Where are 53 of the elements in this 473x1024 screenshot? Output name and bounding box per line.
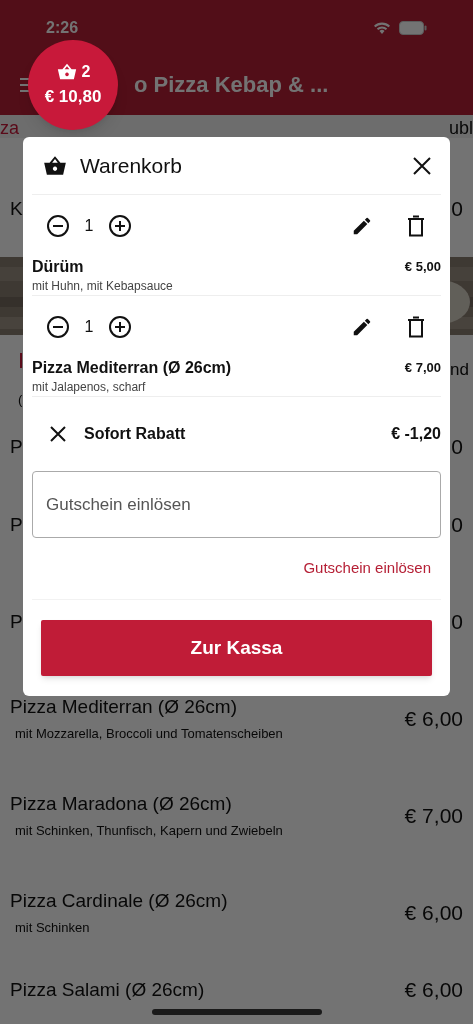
checkout-button[interactable]: Zur Kassa [41,620,432,676]
voucher-link[interactable]: Gutschein einlösen [303,557,431,580]
discount-amount: € -1,20 [391,424,441,444]
cart-count: 2 [81,62,91,83]
pencil-icon[interactable] [351,215,373,237]
category-tab[interactable]: ubl [448,118,473,138]
item-price: € 6,00 [404,977,463,1004]
item-price: € 6,00 [404,899,463,926]
item-title: P [10,512,23,537]
cart-total: € 10,80 [44,86,102,109]
battery-icon [399,21,427,35]
item-title: P [10,435,23,459]
pencil-icon[interactable] [351,316,373,338]
item-title: P [10,609,23,634]
header-title: o Pizza Kebap & ... [134,71,329,99]
item-description: mit Schinken [14,918,91,937]
item-title: K [10,196,23,221]
item-quantity: 1 [83,317,95,337]
voucher-field[interactable]: Gutschein einlösen [32,471,441,538]
item-description: mit Mozzarella, Broccoli und Tomatenscheiben [14,724,283,743]
plus-icon[interactable] [108,315,132,339]
item-title: Pizza Cardinale (Ø 26cm) [10,888,228,913]
section-title: I [18,347,25,375]
item-price: € 6,00 [404,705,463,732]
dialog-title: Warenkorb [80,152,182,179]
section-text: nd [450,359,469,381]
status-time: 2:26 [46,18,79,38]
trash-icon[interactable] [407,215,425,237]
item-quantity: 1 [83,216,95,236]
item-description: mit Schinken, Thunfisch, Kapern und Zwiebeln [14,821,283,840]
item-price: 0 [451,511,463,538]
item-title: Pizza Maradona (Ø 26cm) [10,791,233,816]
item-price: € 7,00 [404,359,441,377]
close-icon[interactable] [413,156,431,175]
item-price: 0 [451,608,463,635]
discount-label: Sofort Rabatt [84,424,186,444]
section-text: ( [18,391,24,409]
plus-icon[interactable] [108,214,132,238]
minus-icon[interactable] [46,315,70,339]
item-options: mit Jalapenos, scharf [32,378,232,396]
item-name: Pizza Mediterran (Ø 26cm) [32,358,232,378]
minus-icon[interactable] [46,214,70,238]
item-price: 0 [451,434,463,461]
item-options: mit Huhn, mit Kebapsauce [32,277,173,295]
wifi-icon [373,21,391,35]
item-name: Dürüm [32,257,85,277]
item-price: € 7,00 [404,802,463,829]
item-title: Pizza Salami (Ø 26cm) [10,978,205,1002]
item-title: Pizza Mediterran (Ø 26cm) [10,694,238,719]
close-icon[interactable] [50,426,66,442]
item-price: 0 [451,195,463,222]
trash-icon[interactable] [407,316,425,338]
item-price: € 5,00 [404,258,441,276]
